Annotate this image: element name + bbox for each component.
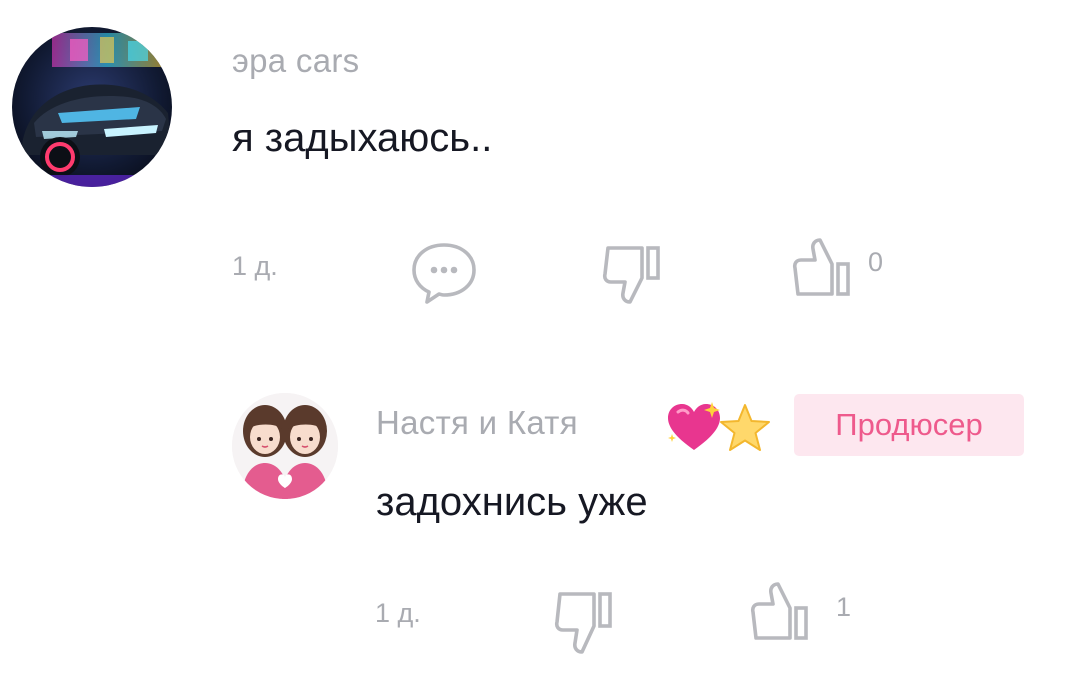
- comment-text: я задыхаюсь..: [232, 116, 493, 160]
- reply-timestamp: 1 д.: [375, 598, 421, 628]
- reply-text: задохнись уже: [376, 480, 648, 524]
- like-count: 0: [868, 247, 884, 277]
- sparkling-heart-icon: [664, 400, 724, 454]
- comment-username[interactable]: эра cars: [232, 42, 359, 80]
- producer-badge: Продюсер: [794, 394, 1024, 456]
- twins-avatar-image: [232, 393, 338, 499]
- thumbs-up-icon[interactable]: [744, 580, 816, 646]
- reply-bubble-icon[interactable]: [408, 240, 480, 306]
- thumbs-down-icon[interactable]: [548, 586, 620, 656]
- comment-thread: эра cars я задыхаюсь.. 1 д. 0 Настя и Ка…: [0, 0, 1080, 690]
- like-count: 1: [836, 592, 852, 622]
- avatar[interactable]: [232, 393, 338, 499]
- comment-timestamp: 1 д.: [232, 251, 278, 281]
- thumbs-down-icon[interactable]: [596, 240, 668, 306]
- star-icon: [718, 402, 772, 454]
- avatar[interactable]: [12, 27, 172, 187]
- reply-username[interactable]: Настя и Катя: [376, 404, 578, 442]
- thumbs-up-icon[interactable]: [786, 236, 858, 302]
- car-avatar-image: [12, 27, 172, 187]
